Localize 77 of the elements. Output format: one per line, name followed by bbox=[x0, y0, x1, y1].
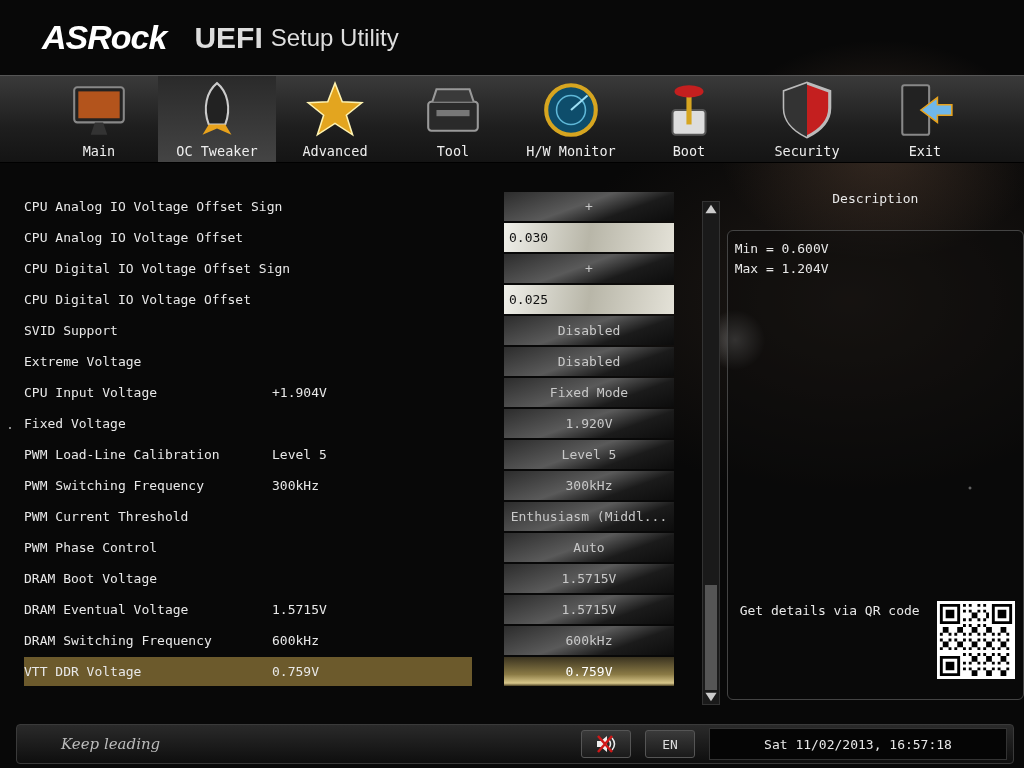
setting-label: DRAM Switching Frequency bbox=[24, 633, 213, 648]
setting-row[interactable]: Extreme Voltage bbox=[24, 347, 472, 376]
brand-logo: ASRock bbox=[42, 18, 167, 57]
setting-row[interactable]: DRAM Switching Frequency 600kHz bbox=[24, 626, 472, 655]
option-selector[interactable]: 0.759V bbox=[504, 657, 674, 686]
setting-row[interactable]: SVID Support bbox=[24, 316, 472, 345]
description-text: Max = 1.204V bbox=[734, 260, 830, 278]
menu-tab[interactable]: OC Tweaker bbox=[158, 76, 276, 162]
setting-label: SVID Support bbox=[24, 323, 119, 338]
setting-label: PWM Current Threshold bbox=[24, 509, 190, 524]
setting-label: Fixed Voltage bbox=[24, 416, 127, 431]
option-selector[interactable]: + bbox=[504, 192, 674, 221]
setting-row[interactable]: Fixed Voltage bbox=[24, 409, 472, 438]
setting-row[interactable]: CPU Digital IO Voltage Offset Sign bbox=[24, 254, 472, 283]
current-value: 1.5715V bbox=[272, 602, 327, 617]
mute-button[interactable] bbox=[581, 730, 631, 758]
qr-caption: Get details via QR code bbox=[739, 603, 920, 618]
selected-row-highlight[interactable]: VTT DDR Voltage 0.759V bbox=[24, 657, 472, 686]
setting-row[interactable]: CPU Analog IO Voltage Offset Sign bbox=[24, 192, 472, 221]
setting-label: Extreme Voltage bbox=[24, 354, 143, 369]
setting-row[interactable]: PWM Current Threshold bbox=[24, 502, 472, 531]
option-selector[interactable]: 1.5715V bbox=[504, 595, 674, 624]
option-selector[interactable]: + bbox=[504, 254, 674, 283]
option-selector[interactable]: 1.5715V bbox=[504, 564, 674, 593]
setting-label: CPU Digital IO Voltage Offset bbox=[24, 292, 252, 307]
qr-code-icon bbox=[937, 601, 1015, 679]
setting-label: CPU Analog IO Voltage Offset Sign bbox=[24, 199, 283, 214]
setting-label: PWM Switching Frequency bbox=[24, 478, 205, 493]
setting-label: DRAM Boot Voltage bbox=[24, 571, 159, 586]
setting-row[interactable]: PWM Switching Frequency 300kHz bbox=[24, 471, 472, 500]
value-input-field[interactable]: 0.030 bbox=[504, 223, 674, 252]
description-text: Min = 0.600V bbox=[734, 240, 830, 258]
option-selector[interactable]: Fixed Mode bbox=[504, 378, 674, 407]
setting-row[interactable]: CPU Digital IO Voltage Offset bbox=[24, 285, 472, 314]
product-subtitle: Setup Utility bbox=[270, 23, 399, 52]
current-value: Level 5 bbox=[272, 447, 327, 462]
date-time-display: Sat 11/02/2013, 16:57:18 bbox=[709, 728, 1007, 760]
option-selector[interactable]: Auto bbox=[504, 533, 674, 562]
setting-label: PWM Load-Line Calibration bbox=[24, 447, 221, 462]
setting-row[interactable]: CPU Analog IO Voltage Offset bbox=[24, 223, 472, 252]
menu-tab[interactable]: Advanced bbox=[276, 76, 394, 162]
option-selector[interactable]: Enthusiasm (Middl... bbox=[504, 502, 674, 531]
option-selector[interactable]: Level 5 bbox=[504, 440, 674, 469]
description-title: Description bbox=[831, 191, 920, 208]
option-selector[interactable]: Disabled bbox=[504, 347, 674, 376]
scrollbar-thumb[interactable] bbox=[704, 585, 717, 690]
menu-tab[interactable]: Main bbox=[40, 76, 158, 162]
setting-label: CPU Input Voltage bbox=[24, 385, 159, 400]
option-selector[interactable]: 600kHz bbox=[504, 626, 674, 655]
product-title: UEFI bbox=[194, 20, 263, 55]
language-button[interactable]: EN bbox=[645, 730, 695, 758]
option-selector[interactable]: 1.920V bbox=[504, 409, 674, 438]
menu-tab[interactable]: Boot bbox=[630, 76, 748, 162]
value-input-field[interactable]: 0.025 bbox=[504, 285, 674, 314]
setting-label: CPU Digital IO Voltage Offset Sign bbox=[24, 261, 291, 276]
scrollbar[interactable] bbox=[701, 201, 720, 705]
setting-label: DRAM Eventual Voltage bbox=[24, 602, 190, 617]
speaker-muted-icon bbox=[594, 734, 618, 754]
menu-tab[interactable]: H/W Monitor bbox=[512, 76, 630, 162]
option-selector[interactable]: 300kHz bbox=[504, 471, 674, 500]
setting-row[interactable]: DRAM Eventual Voltage 1.5715V bbox=[24, 595, 472, 624]
setting-label: VTT DDR Voltage bbox=[24, 664, 143, 679]
menu-tab[interactable]: Exit bbox=[866, 76, 984, 162]
option-selector[interactable]: Disabled bbox=[504, 316, 674, 345]
setting-label: CPU Analog IO Voltage Offset bbox=[24, 230, 245, 245]
current-value: 0.759V bbox=[272, 664, 319, 679]
current-value: 300kHz bbox=[272, 478, 319, 493]
current-value: 600kHz bbox=[272, 633, 319, 648]
setting-row[interactable]: PWM Phase Control bbox=[24, 533, 472, 562]
setting-row[interactable]: DRAM Boot Voltage bbox=[24, 564, 472, 593]
current-value: +1.904V bbox=[272, 385, 327, 400]
setting-row[interactable]: CPU Input Voltage +1.904V bbox=[24, 378, 472, 407]
slogan-text: Keep leading bbox=[61, 735, 161, 753]
menu-tab[interactable]: Security bbox=[748, 76, 866, 162]
setting-label: PWM Phase Control bbox=[24, 540, 159, 555]
setting-row[interactable]: PWM Load-Line Calibration Level 5 bbox=[24, 440, 472, 469]
menu-tab[interactable]: Tool bbox=[394, 76, 512, 162]
